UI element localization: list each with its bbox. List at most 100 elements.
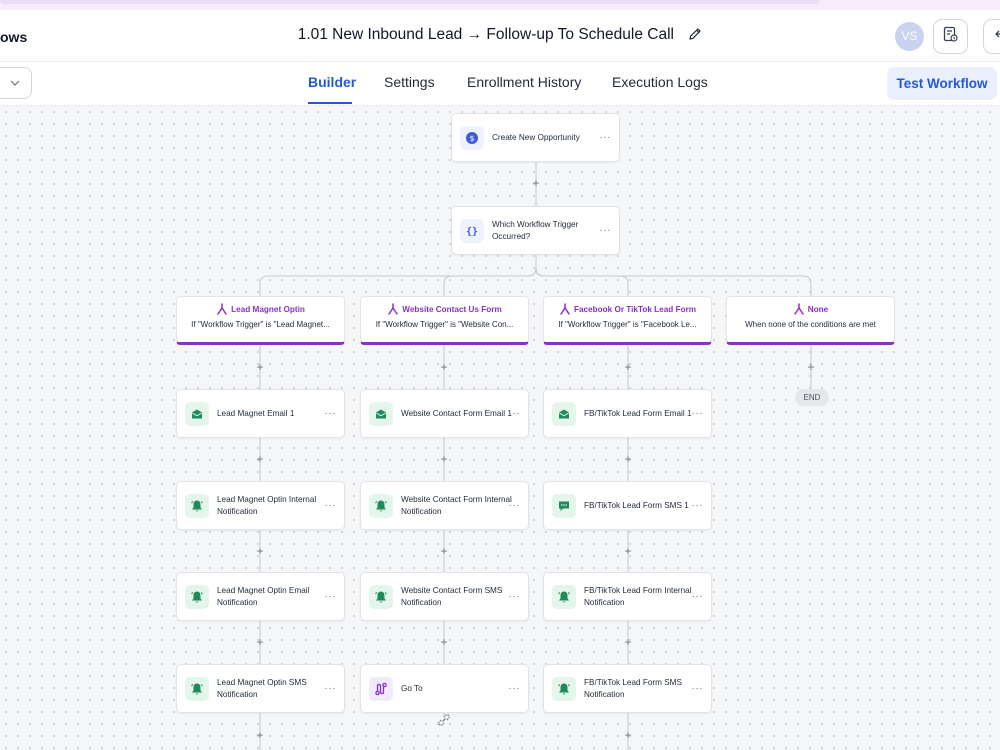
node-menu-button[interactable]: ··· (325, 408, 337, 419)
goto-icon (369, 677, 393, 701)
node-menu-button[interactable]: ··· (509, 683, 521, 694)
end-marker: END (795, 389, 829, 406)
node-menu-button[interactable]: ··· (325, 500, 337, 511)
node-menu-button[interactable]: ··· (692, 591, 704, 602)
notes-button[interactable] (933, 19, 968, 54)
node-menu-button[interactable]: ··· (692, 683, 704, 694)
branch-none[interactable]: None When none of the conditions are met (726, 296, 895, 345)
chevron-down-icon (10, 80, 20, 86)
workflow-title-wrap: 1.01 New Inbound Lead → Follow-up To Sch… (0, 26, 1000, 46)
node-label: FB/TikTok Lead Form SMS Notification (584, 678, 682, 699)
branch-icon (388, 303, 398, 315)
branch-title: None (807, 304, 829, 314)
add-step-plus[interactable]: + (255, 361, 265, 373)
branch-facebook-tiktok-lead-form[interactable]: Facebook Or TikTok Lead Form If "Workflo… (543, 296, 712, 345)
node-menu-button[interactable]: ··· (509, 408, 521, 419)
link-icon[interactable] (437, 713, 451, 732)
node-menu-button[interactable]: ··· (600, 132, 612, 143)
add-step-plus[interactable]: + (439, 361, 449, 373)
branch-lead-magnet-optin[interactable]: Lead Magnet Optin If "Workflow Trigger" … (176, 296, 345, 345)
node-label: Website Contact Form Internal Notificati… (401, 495, 512, 516)
bell-icon (369, 494, 393, 518)
add-step-plus[interactable]: + (255, 729, 265, 741)
email-icon (552, 402, 576, 426)
dollar-icon: $ (460, 126, 484, 150)
workflow-title[interactable]: 1.01 New Inbound Lead → Follow-up To Sch… (298, 26, 674, 43)
add-step-plus[interactable]: + (439, 453, 449, 465)
back-arrow-icon (993, 26, 1000, 47)
email-icon (185, 402, 209, 426)
add-step-plus[interactable]: + (255, 453, 265, 465)
branch-condition: If "Workflow Trigger" is "Facebook Le... (558, 320, 697, 329)
node-label: Go To (401, 683, 423, 693)
add-step-plus[interactable]: + (531, 177, 541, 189)
add-step-plus[interactable]: + (623, 545, 633, 557)
action-node[interactable]: FB/TikTok Lead Form SMS 1 ··· (543, 481, 712, 530)
add-step-plus[interactable]: + (623, 636, 633, 648)
branch-title: Lead Magnet Optin (231, 304, 305, 314)
branch-icon (217, 303, 227, 315)
workflow-canvas[interactable]: + + + + + + + + + + + + + + + + $ Create… (0, 106, 1000, 750)
branch-title: Website Contact Us Form (402, 304, 502, 314)
action-node[interactable]: Lead Magnet Optin Internal Notification … (176, 481, 345, 530)
active-tab-indicator (308, 102, 352, 104)
notes-icon (942, 26, 959, 48)
back-button[interactable] (983, 19, 1000, 54)
node-menu-button[interactable]: ··· (600, 225, 612, 236)
tab-execution-logs[interactable]: Execution Logs (612, 74, 708, 90)
branch-condition: If "Workflow Trigger" is "Lead Magnet... (191, 320, 330, 329)
action-node[interactable]: Lead Magnet Optin Email Notification ··· (176, 572, 345, 621)
node-label: Website Contact Form Email 1 (401, 408, 512, 418)
node-menu-button[interactable]: ··· (325, 683, 337, 694)
add-step-plus[interactable]: + (255, 636, 265, 648)
node-label: Lead Magnet Optin SMS Notification (217, 678, 307, 699)
test-workflow-button[interactable]: Test Workflow (887, 67, 997, 100)
node-label: Which Workflow Trigger Occurred? (492, 220, 579, 241)
workflow-header: ows 1.01 New Inbound Lead → Follow-up To… (0, 10, 1000, 62)
tab-builder[interactable]: Builder (308, 74, 356, 90)
action-node[interactable]: FB/TikTok Lead Form Email 1 ··· (543, 389, 712, 438)
branch-website-contact-us-form[interactable]: Website Contact Us Form If "Workflow Tri… (360, 296, 529, 345)
bell-icon (369, 585, 393, 609)
condition-node-which-trigger[interactable]: {} Which Workflow Trigger Occurred? ··· (451, 206, 620, 255)
node-menu-button[interactable]: ··· (692, 500, 704, 511)
action-node[interactable]: Website Contact Form SMS Notification ··… (360, 572, 529, 621)
tab-settings[interactable]: Settings (384, 74, 435, 90)
action-node[interactable]: Lead Magnet Email 1 ··· (176, 389, 345, 438)
branch-condition: If "Workflow Trigger" is "Website Con... (375, 320, 514, 329)
action-node[interactable]: Lead Magnet Optin SMS Notification ··· (176, 664, 345, 713)
node-label: Create New Opportunity (492, 132, 580, 142)
version-dropdown[interactable] (0, 67, 32, 99)
tab-enrollment-history[interactable]: Enrollment History (467, 74, 581, 90)
action-node[interactable]: Website Contact Form Internal Notificati… (360, 481, 529, 530)
add-step-plus[interactable]: + (255, 545, 265, 557)
action-node-go-to[interactable]: Go To ··· (360, 664, 529, 713)
node-menu-button[interactable]: ··· (692, 408, 704, 419)
action-node[interactable]: FB/TikTok Lead Form Internal Notificatio… (543, 572, 712, 621)
add-step-plus[interactable]: + (439, 636, 449, 648)
node-label: Lead Magnet Optin Email Notification (217, 586, 310, 607)
action-node[interactable]: FB/TikTok Lead Form SMS Notification ··· (543, 664, 712, 713)
node-label: Lead Magnet Optin Internal Notification (217, 495, 317, 516)
edit-pencil-icon[interactable] (688, 27, 702, 46)
tabs-bar: Builder Settings Enrollment History Exec… (0, 62, 1000, 106)
node-label: Lead Magnet Email 1 (217, 408, 295, 418)
node-menu-button[interactable]: ··· (509, 591, 521, 602)
branch-condition: When none of the conditions are met (745, 320, 876, 329)
action-node-create-opportunity[interactable]: $ Create New Opportunity ··· (451, 113, 620, 162)
node-menu-button[interactable]: ··· (325, 591, 337, 602)
node-label: FB/TikTok Lead Form Email 1 (584, 408, 692, 418)
avatar[interactable]: VS (895, 22, 924, 51)
top-strip (0, 0, 1000, 10)
node-menu-button[interactable]: ··· (509, 500, 521, 511)
svg-text:{}: {} (466, 227, 478, 238)
add-step-plus[interactable]: + (623, 453, 633, 465)
add-step-plus[interactable]: + (439, 545, 449, 557)
add-step-plus[interactable]: + (806, 361, 816, 373)
node-label: FB/TikTok Lead Form Internal Notificatio… (584, 586, 692, 607)
add-step-plus[interactable]: + (623, 729, 633, 741)
add-step-plus[interactable]: + (623, 361, 633, 373)
action-node[interactable]: Website Contact Form Email 1 ··· (360, 389, 529, 438)
bell-icon (185, 677, 209, 701)
branch-title: Facebook Or TikTok Lead Form (573, 304, 697, 314)
